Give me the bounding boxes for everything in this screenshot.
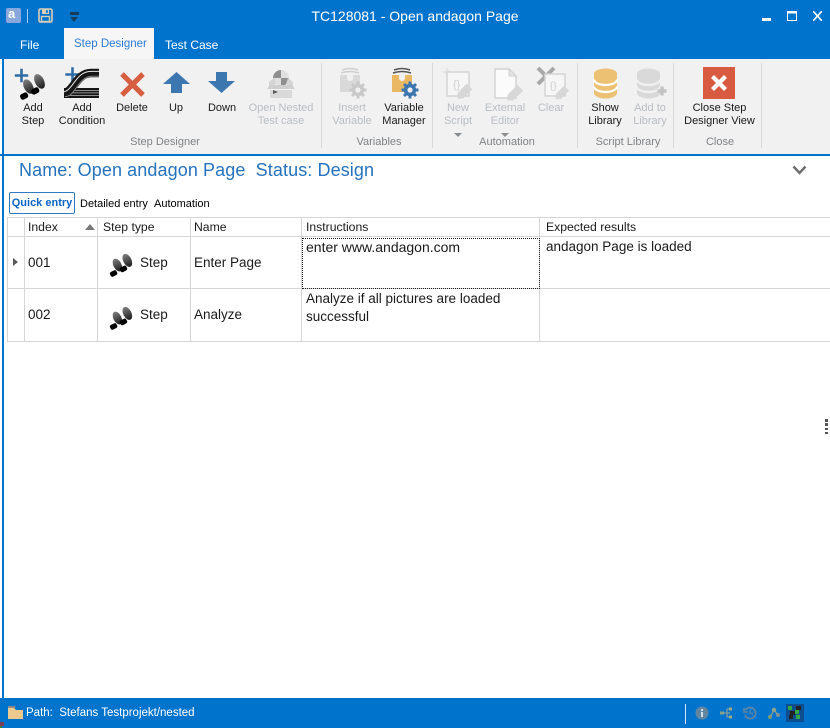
svg-text:{}: {} bbox=[550, 81, 557, 92]
svg-text:{}: {} bbox=[453, 79, 461, 91]
